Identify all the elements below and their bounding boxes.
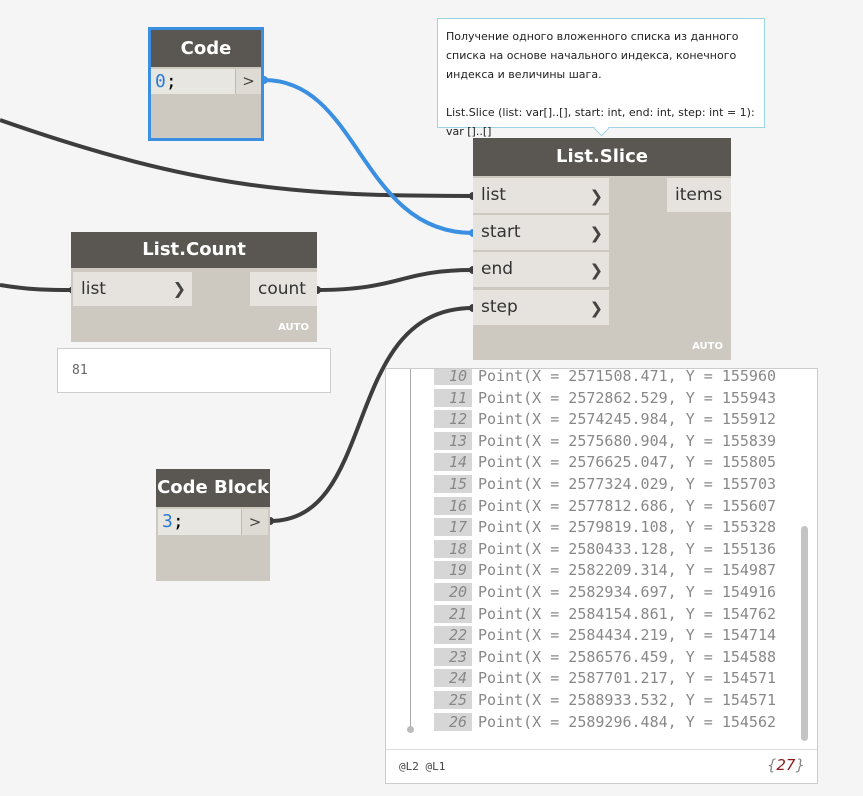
item-index: 17 — [434, 518, 472, 537]
tree-end-dot — [407, 726, 414, 733]
scrollbar[interactable] — [801, 526, 808, 741]
watch-preview: 10 Point(X = 2571508.471, Y = 155960 11 Poi… — [385, 368, 818, 784]
watch-footer: @L2 @L1 {27} — [386, 749, 817, 783]
item-value: Point(X = 2584434.219, Y = 154714 — [478, 626, 777, 645]
list-item: 16 Point(X = 2577812.686, Y = 155607 — [434, 496, 777, 517]
list-item: 22 Point(X = 2584434.219, Y = 154714 — [434, 626, 776, 646]
node-title[interactable]: List.Slice — [473, 138, 731, 176]
item-index: 16 — [434, 496, 472, 515]
list-item: 18 Point(X = 2580433.128, Y = 155136 — [434, 539, 777, 560]
item-index: 22 — [434, 626, 472, 645]
input-port-list[interactable]: list ❯ — [473, 178, 609, 213]
input-port-list[interactable]: list ❯ — [73, 272, 192, 306]
item-index: 23 — [434, 647, 472, 666]
list-count-node[interactable]: List.Count list ❯ count AUTO — [71, 232, 317, 342]
list-item: 15 Point(X = 2577324.029, Y = 155703 — [434, 475, 776, 495]
item-value: Point(X = 2577812.686, Y = 155607 — [478, 496, 777, 515]
item-value: Point(X = 2584154.861, Y = 154762 — [478, 604, 777, 623]
item-value: Point(X = 2580433.128, Y = 155136 — [478, 539, 777, 558]
item-index: 24 — [434, 669, 472, 688]
item-value: Point(X = 2587701.217, Y = 154571 — [478, 669, 777, 688]
item-index: 12 — [434, 410, 472, 429]
output-port[interactable]: > — [235, 69, 261, 94]
chevron-right-icon: ❯ — [172, 279, 186, 298]
input-port-end[interactable]: end ❯ — [473, 252, 609, 287]
list-item: 24 Point(X = 2587701.217, Y = 154571 — [434, 669, 776, 689]
item-value: Point(X = 2579819.108, Y = 155328 — [478, 518, 777, 537]
code-block-node-1[interactable]: Code Block 0; > — [148, 27, 264, 141]
list-item: 25 Point(X = 2588933.532, Y = 154571 — [434, 691, 776, 711]
list-item: 21 Point(X = 2584154.861, Y = 154762 — [434, 604, 777, 625]
list-item: 26 Point(X = 2589296.484, Y = 154562 — [434, 712, 777, 733]
list-item: 14 Point(X = 2576625.047, Y = 155805 — [434, 453, 776, 473]
input-port-start[interactable]: start ❯ — [473, 215, 609, 250]
list-item: 10 Point(X = 2571508.471, Y = 155960 — [434, 368, 777, 387]
count-preview: 81 — [57, 348, 331, 393]
list-item: 23 Point(X = 2586576.459, Y = 154588 — [434, 647, 777, 668]
lacing-label: AUTO — [692, 341, 723, 352]
list-item: 20 Point(X = 2582934.697, Y = 154916 — [434, 583, 776, 603]
list-item: 19 Point(X = 2582209.314, Y = 154987 — [434, 561, 776, 581]
chevron-right-icon: ❯ — [589, 186, 603, 205]
output-port[interactable]: > — [241, 509, 268, 535]
tooltip-description: Получение одного вложенного списка из да… — [446, 30, 739, 81]
input-port-step[interactable]: step ❯ — [473, 290, 609, 325]
tree-line — [410, 369, 411, 729]
node-title[interactable]: Code Block — [156, 469, 270, 507]
item-value: Point(X = 2582209.314, Y = 154987 — [478, 561, 777, 580]
tooltip: Получение одного вложенного списка из да… — [437, 18, 765, 138]
chevron-right-icon: ❯ — [589, 298, 603, 317]
list-item: 11 Point(X = 2572862.529, Y = 155943 — [434, 388, 777, 409]
item-value: Point(X = 2577324.029, Y = 155703 — [478, 475, 777, 493]
item-value: Point(X = 2582934.697, Y = 154916 — [478, 583, 777, 601]
wire-to-count[interactable] — [0, 283, 74, 292]
list-item: 12 Point(X = 2574245.984, Y = 155912 — [434, 410, 776, 430]
wire-end[interactable] — [316, 268, 474, 292]
code-input[interactable]: 3; — [158, 509, 241, 535]
item-value: Point(X = 2586576.459, Y = 154588 — [478, 647, 777, 666]
item-index: 14 — [434, 453, 472, 472]
item-value: Point(X = 2576625.047, Y = 155805 — [478, 453, 777, 472]
node-title[interactable]: Code Block — [151, 30, 261, 96]
chevron-right-icon: ❯ — [589, 223, 603, 242]
list-levels: @L2 @L1 — [399, 760, 446, 773]
item-value: Point(X = 2574245.984, Y = 155912 — [478, 410, 777, 429]
list-item: 13 Point(X = 2575680.904, Y = 155839 — [434, 431, 777, 452]
item-index: 26 — [434, 712, 472, 731]
item-index: 11 — [434, 388, 472, 407]
list-item: 17 Point(X = 2579819.108, Y = 155328 — [434, 518, 776, 538]
lacing-label: AUTO — [278, 322, 309, 333]
node-title[interactable]: List.Count — [71, 232, 317, 268]
item-index: 21 — [434, 604, 472, 623]
item-index: 19 — [434, 561, 472, 580]
item-index: 20 — [434, 583, 472, 601]
output-port-items[interactable]: items — [667, 178, 731, 212]
item-index: 10 — [434, 369, 472, 385]
item-index: 13 — [434, 431, 472, 450]
item-index: 18 — [434, 539, 472, 558]
item-value: Point(X = 2572862.529, Y = 155943 — [478, 388, 777, 407]
item-count: {27} — [766, 756, 805, 774]
item-value: Point(X = 2571508.471, Y = 155960 — [478, 368, 777, 385]
item-value: Point(X = 2575680.904, Y = 155839 — [478, 431, 777, 450]
item-index: 15 — [434, 475, 472, 493]
item-value: Point(X = 2588933.532, Y = 154571 — [478, 691, 777, 709]
chevron-right-icon: ❯ — [589, 260, 603, 279]
code-block-node-2[interactable]: Code Block 3; > — [156, 469, 270, 581]
list-slice-node[interactable]: List.Slice list ❯ start ❯ end ❯ step ❯ items… — [473, 138, 731, 360]
item-index: 25 — [434, 691, 472, 709]
item-value: Point(X = 2589296.484, Y = 154562 — [478, 712, 777, 731]
code-input[interactable]: 0; — [151, 69, 235, 94]
output-port-count[interactable]: count — [250, 272, 317, 306]
